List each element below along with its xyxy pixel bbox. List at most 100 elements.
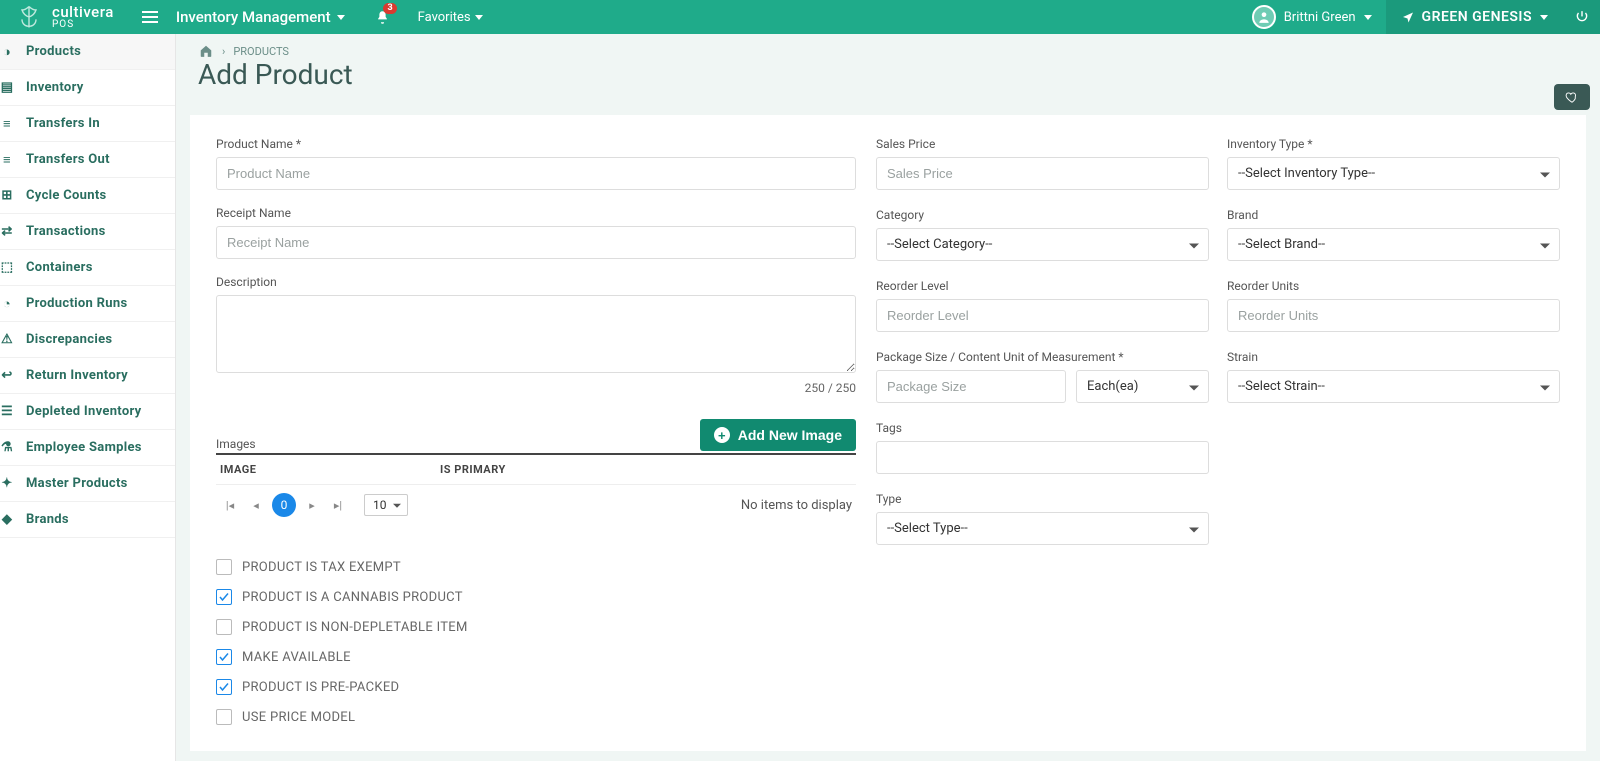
logout-button[interactable] — [1564, 0, 1600, 34]
reorder-level-input[interactable] — [876, 299, 1209, 332]
sidebar-item-production-runs[interactable]: ◔Production Runs — [0, 286, 175, 322]
master-icon: ✦ — [0, 477, 14, 491]
checkbox-row: MAKE AVAILABLE — [216, 649, 856, 665]
brand-logo: cultivera POS — [0, 2, 124, 32]
calendar-icon: ⊞ — [0, 189, 14, 203]
exchange-icon: ⇄ — [0, 225, 14, 239]
checkbox-label: PRODUCT IS NON-DEPLETABLE ITEM — [242, 620, 468, 635]
checkbox-label: PRODUCT IS A CANNABIS PRODUCT — [242, 590, 463, 605]
sidebar-item-inventory[interactable]: ▤Inventory — [0, 70, 175, 106]
checkbox-label: USE PRICE MODEL — [242, 710, 355, 725]
brand-icon: ◆ — [0, 513, 14, 527]
checkbox-label: MAKE AVAILABLE — [242, 650, 351, 665]
sidebar-item-label: Return Inventory — [26, 368, 128, 383]
tags-label: Tags — [876, 421, 1209, 435]
notifications-badge: 3 — [383, 3, 396, 14]
inventory-type-select[interactable]: --Select Inventory Type-- — [1227, 157, 1560, 190]
module-dropdown[interactable]: Inventory Management — [176, 8, 345, 26]
pager-size-select[interactable]: 10 — [364, 494, 408, 516]
breadcrumb-sep: › — [222, 45, 225, 58]
add-image-button[interactable]: + Add New Image — [700, 419, 856, 451]
menu-toggle-icon[interactable] — [142, 11, 158, 23]
checkbox-row: USE PRICE MODEL — [216, 709, 856, 725]
sidebar-item-label: Transfers In — [26, 116, 100, 131]
arrow-in-icon: ≡ — [0, 117, 14, 131]
sidebar-item-brands[interactable]: ◆Brands — [0, 502, 175, 538]
user-icon — [1257, 10, 1271, 24]
org-name: GREEN GENESIS — [1422, 9, 1532, 25]
pager-last-button[interactable]: ▸| — [328, 495, 348, 515]
checkbox[interactable] — [216, 619, 232, 635]
checkbox[interactable] — [216, 589, 232, 605]
avatar — [1252, 5, 1276, 29]
char-counter: 250 / 250 — [216, 377, 856, 395]
package-unit-select[interactable]: Each(ea) — [1076, 370, 1209, 403]
notifications-button[interactable]: 3 — [375, 9, 390, 26]
category-select[interactable]: --Select Category-- — [876, 228, 1209, 261]
plus-circle-icon: + — [714, 427, 730, 443]
product-name-input[interactable] — [216, 157, 856, 190]
add-image-label: Add New Image — [738, 427, 842, 443]
user-menu[interactable]: Brittni Green — [1238, 5, 1386, 29]
checkbox[interactable] — [216, 649, 232, 665]
sidebar-item-transactions[interactable]: ⇄ Transactions — [0, 214, 175, 250]
sales-price-input[interactable] — [876, 157, 1209, 190]
sidebar-item-containers[interactable]: ⬚ Containers — [0, 250, 175, 286]
grid-col-image: IMAGE — [220, 463, 440, 476]
beaker-icon: ⚗ — [0, 441, 14, 455]
location-arrow-icon — [1402, 11, 1414, 23]
strain-select[interactable]: --Select Strain-- — [1227, 370, 1560, 403]
checkbox[interactable] — [216, 679, 232, 695]
checkbox[interactable] — [216, 709, 232, 725]
favorite-toggle[interactable] — [1554, 84, 1590, 110]
alert-icon: ⚠ — [0, 333, 14, 347]
sidebar-item-label: Cycle Counts — [26, 188, 107, 203]
home-icon[interactable] — [198, 44, 214, 58]
type-select[interactable]: --Select Type-- — [876, 512, 1209, 545]
pager-first-button[interactable]: |◂ — [220, 495, 240, 515]
brand-select[interactable]: --Select Brand-- — [1227, 228, 1560, 261]
favorites-dropdown[interactable]: Favorites — [418, 10, 483, 25]
sidebar-item-label: Products — [26, 44, 81, 59]
user-name: Brittni Green — [1284, 10, 1356, 25]
reorder-units-input[interactable] — [1227, 299, 1560, 332]
sidebar: ◑ Products ▤Inventory ≡ Transfers In ≡Tran… — [0, 34, 176, 761]
sidebar-item-return-inventory[interactable]: ↩Return Inventory — [0, 358, 175, 394]
caret-down-icon — [475, 15, 483, 20]
strain-label: Strain — [1227, 350, 1560, 364]
brand-label: Brand — [1227, 208, 1560, 222]
images-grid: IMAGE IS PRIMARY |◂ ◂ 0 ▸ ▸| 10 No items… — [216, 453, 856, 525]
sidebar-item-discrepancies[interactable]: ⚠Discrepancies — [0, 322, 175, 358]
power-icon — [1575, 10, 1589, 24]
checkbox-label: PRODUCT IS TAX EXEMPT — [242, 560, 401, 575]
sidebar-item-label: Containers — [26, 260, 93, 275]
tags-input[interactable] — [876, 441, 1209, 474]
receipt-name-input[interactable] — [216, 226, 856, 259]
reorder-level-label: Reorder Level — [876, 279, 1209, 293]
sidebar-item-cycle-counts[interactable]: ⊞ Cycle Counts — [0, 178, 175, 214]
product-name-label: Product Name * — [216, 137, 856, 151]
module-label: Inventory Management — [176, 8, 331, 26]
sidebar-item-employee-samples[interactable]: ⚗Employee Samples — [0, 430, 175, 466]
org-switcher[interactable]: GREEN GENESIS — [1386, 0, 1564, 34]
package-size-input[interactable] — [876, 370, 1066, 403]
reorder-units-label: Reorder Units — [1227, 279, 1560, 293]
sidebar-item-transfers-out[interactable]: ≡Transfers Out — [0, 142, 175, 178]
sidebar-item-depleted-inventory[interactable]: ☰Depleted Inventory — [0, 394, 175, 430]
brand-name: cultivera — [52, 5, 114, 20]
sidebar-item-label: Transactions — [26, 224, 106, 239]
breadcrumb-parent[interactable]: PRODUCTS — [233, 45, 289, 58]
sidebar-item-master-products[interactable]: ✦Master Products — [0, 466, 175, 502]
box-icon: ⬚ — [0, 261, 14, 275]
sidebar-item-transfers-in[interactable]: ≡ Transfers In — [0, 106, 175, 142]
grid-col-primary: IS PRIMARY — [440, 463, 506, 476]
pager-prev-button[interactable]: ◂ — [246, 495, 266, 515]
description-textarea[interactable] — [216, 295, 856, 373]
pager-next-button[interactable]: ▸ — [302, 495, 322, 515]
tag-icon: ◑ — [0, 45, 14, 59]
images-label: Images — [216, 437, 256, 451]
sidebar-item-products[interactable]: ◑ Products — [0, 34, 175, 70]
package-label: Package Size / Content Unit of Measureme… — [876, 350, 1209, 364]
bars-icon: ☰ — [0, 405, 14, 419]
checkbox[interactable] — [216, 559, 232, 575]
